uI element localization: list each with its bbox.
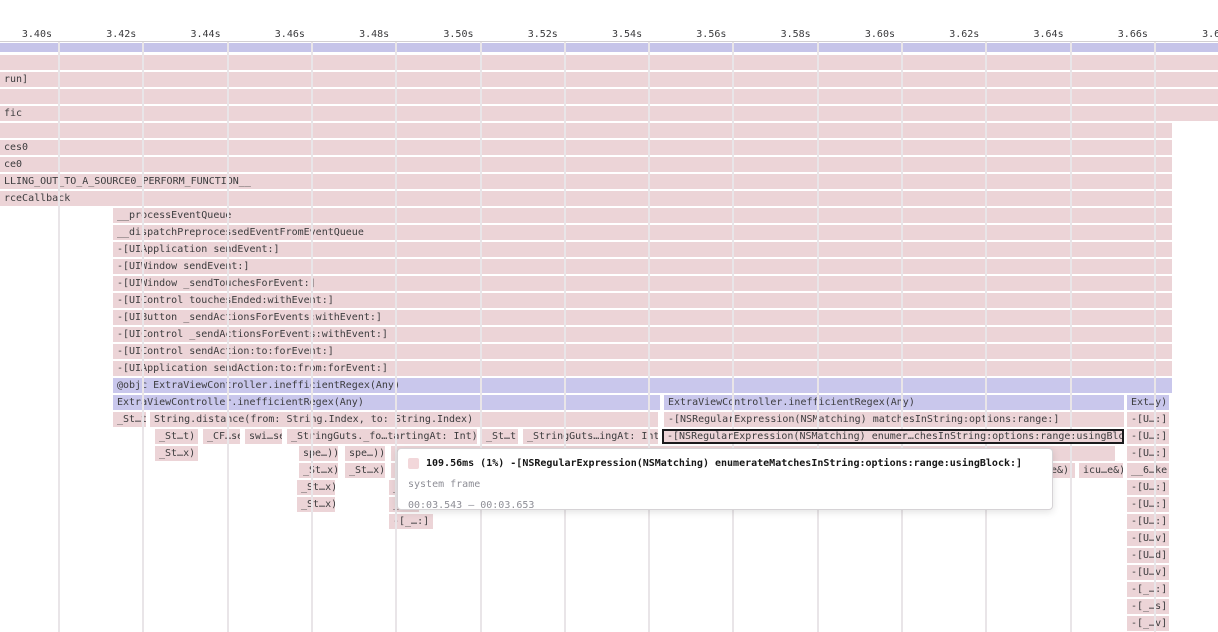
flame-frame[interactable]: -[U…:] — [1127, 514, 1169, 529]
gridline — [1070, 42, 1072, 632]
flame-frame[interactable]: _St…t) — [482, 429, 518, 444]
frame-tooltip: 109.56ms (1%) -[NSRegularExpression(NSMa… — [397, 448, 1053, 510]
flame-frame[interactable]: _St…x) — [345, 463, 385, 478]
flame-frame[interactable]: -[U…:] — [1127, 497, 1169, 512]
flame-frame[interactable]: _St…x) — [297, 480, 335, 495]
flame-frame[interactable]: spe…)) — [345, 446, 385, 461]
flame-frame[interactable]: -[UIWindow sendEvent:] — [113, 259, 1172, 274]
flame-frame[interactable]: _St…x) — [297, 497, 335, 512]
flame-frame[interactable]: swi…se — [245, 429, 282, 444]
tooltip-frame-type: system frame — [408, 477, 1042, 492]
gridline — [142, 42, 144, 632]
flame-frame[interactable]: -[UIApplication sendEvent:] — [113, 242, 1172, 257]
ruler-tick-label: 3.54s — [582, 29, 642, 40]
gridline — [395, 42, 397, 632]
flame-frame[interactable]: _StringGuts…ingAt: Int) — [523, 429, 658, 444]
flame-frame[interactable]: rceCallback — [0, 191, 1172, 206]
ruler-tick-label: 3.58s — [751, 29, 811, 40]
flame-frame[interactable]: -[U…v] — [1127, 565, 1169, 580]
flame-frame[interactable]: -[_…s] — [1127, 599, 1169, 614]
flame-frame[interactable]: -[U…:] — [1127, 446, 1169, 461]
flame-frame[interactable]: __dispatchPreprocessedEventFromEventQueu… — [113, 225, 1172, 240]
ruler-tick-label: 3.44s — [161, 29, 221, 40]
gridline — [901, 42, 903, 632]
flame-frame[interactable]: -[UIControl touchesEnded:withEvent:] — [113, 293, 1172, 308]
flame-frame[interactable]: _St…t) — [155, 429, 198, 444]
flame-frame-selected[interactable]: -[NSRegularExpression(NSMatching) enumer… — [662, 429, 1124, 444]
gridline — [985, 42, 987, 632]
flame-frame[interactable]: -[U…:] — [1127, 412, 1169, 427]
ruler-tick-label: 3.68s — [1172, 29, 1218, 40]
gridline — [817, 42, 819, 632]
ruler-divider — [0, 41, 1218, 42]
flame-frame[interactable]: LLING_OUT_TO_A_SOURCE0_PERFORM_FUNCTION_… — [0, 174, 1172, 189]
flame-frame[interactable] — [0, 55, 1218, 70]
ruler-tick-label: 3.46s — [245, 29, 305, 40]
flame-frame[interactable]: _St…x) — [155, 446, 198, 461]
flame-frame[interactable]: __6…ke — [1127, 463, 1169, 478]
frame-color-swatch-icon — [408, 458, 419, 469]
flame-frame[interactable]: _StringGuts._fo…tartingAt: Int) — [287, 429, 477, 444]
flame-frame[interactable]: -[U…:] — [1127, 480, 1169, 495]
flame-frame[interactable]: @objc ExtraViewController.inefficientReg… — [113, 378, 1172, 393]
tooltip-time-range: 00:03.543 — 00:03.653 — [408, 498, 1042, 513]
ruler-tick-label: 3.56s — [666, 29, 726, 40]
tooltip-title: 109.56ms (1%) -[NSRegularExpression(NSMa… — [426, 458, 1022, 469]
depth-band[interactable] — [0, 43, 1218, 52]
gridline — [1154, 42, 1156, 632]
gridline — [227, 42, 229, 632]
ruler-tick-label: 3.48s — [329, 29, 389, 40]
ruler-tick-label: 3.40s — [0, 29, 52, 40]
ruler-tick-label: 3.62s — [919, 29, 979, 40]
flame-frame[interactable] — [0, 123, 1172, 138]
timeline-ruler[interactable]: 3.40s 3.42s 3.44s 3.46s 3.48s 3.50s 3.52s 3.54s… — [0, 0, 1218, 41]
flame-graph-stage: 3.40s 3.42s 3.44s 3.46s 3.48s 3.50s 3.52s 3.54s… — [0, 0, 1218, 632]
flame-frame[interactable]: -[UIButton _sendActionsForEvents:withEve… — [113, 310, 1172, 325]
flame-frame[interactable]: -[_…:] — [1127, 582, 1169, 597]
tooltip-title-row: 109.56ms (1%) -[NSRegularExpression(NSMa… — [408, 456, 1042, 471]
ruler-tick-label: 3.60s — [835, 29, 895, 40]
flame-frame[interactable]: ExtraViewController.inefficientRegex(Any… — [113, 395, 660, 410]
flame-frame[interactable]: run] — [0, 72, 1218, 87]
flame-frame[interactable]: -[U…:] — [1127, 429, 1169, 444]
flame-frame[interactable]: -[UIApplication sendAction:to:from:forEv… — [113, 361, 1172, 376]
gridline — [564, 42, 566, 632]
flame-frame[interactable]: ce0 — [0, 157, 1172, 172]
gridline — [732, 42, 734, 632]
flame-frame[interactable]: _St…t) — [113, 412, 146, 427]
flame-frame[interactable]: Ext…y) — [1127, 395, 1169, 410]
flame-frame[interactable] — [0, 89, 1218, 104]
gridline — [480, 42, 482, 632]
flame-frame[interactable]: -[U…v] — [1127, 531, 1169, 546]
flame-frame[interactable]: fic — [0, 106, 1218, 121]
ruler-tick-label: 3.64s — [1004, 29, 1064, 40]
flame-frame[interactable]: -[U…d] — [1127, 548, 1169, 563]
flame-frame[interactable]: __processEventQueue — [113, 208, 1172, 223]
flame-frame[interactable]: icu…e&) — [1079, 463, 1123, 478]
flame-frame[interactable]: spe…)) — [299, 446, 338, 461]
ruler-tick-label: 3.66s — [1088, 29, 1148, 40]
gridline — [648, 42, 650, 632]
ruler-tick-label: 3.52s — [498, 29, 558, 40]
gridline — [58, 42, 60, 632]
ruler-tick-label: 3.50s — [414, 29, 474, 40]
flame-frame[interactable]: -[UIControl sendAction:to:forEvent:] — [113, 344, 1172, 359]
flame-frame[interactable]: -[UIControl _sendActionsForEvents:withEv… — [113, 327, 1172, 342]
flame-frame[interactable]: ces0 — [0, 140, 1172, 155]
ruler-tick-label: 3.42s — [76, 29, 136, 40]
flame-frame[interactable]: _St…x) — [299, 463, 338, 478]
flame-frame[interactable]: _CF…se — [203, 429, 240, 444]
gridline — [311, 42, 313, 632]
flame-frame[interactable]: -[_…v] — [1127, 616, 1169, 631]
flame-frame[interactable]: -[UIWindow _sendTouchesForEvent:] — [113, 276, 1172, 291]
